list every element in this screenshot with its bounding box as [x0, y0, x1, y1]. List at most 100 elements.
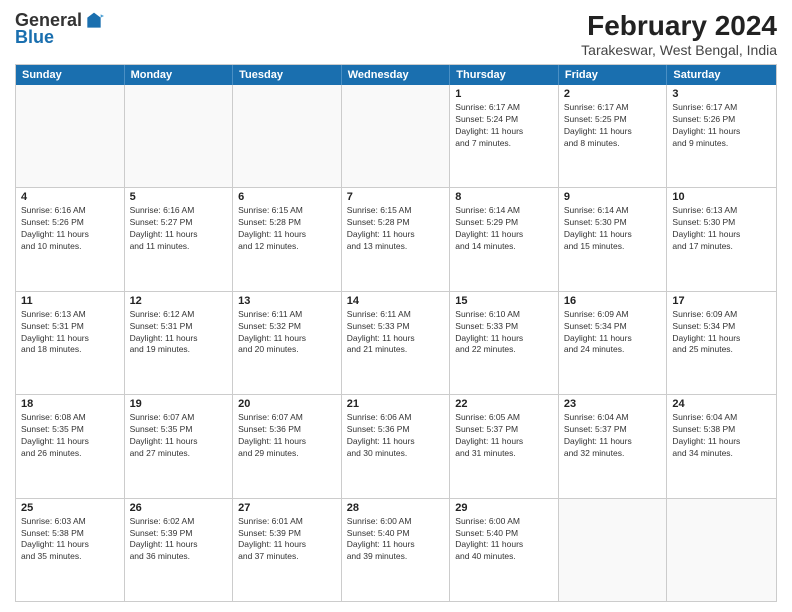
day-info: Sunrise: 6:11 AM Sunset: 5:32 PM Dayligh… — [238, 309, 336, 357]
day-info: Sunrise: 6:01 AM Sunset: 5:39 PM Dayligh… — [238, 516, 336, 564]
calendar-cell-1-2: 6 Sunrise: 6:15 AM Sunset: 5:28 PM Daylig… — [233, 188, 342, 290]
month-year: February 2024 — [581, 10, 777, 42]
calendar-cell-1-0: 4Sunrise: 6:16 AM Sunset: 5:26 PM Daylig… — [16, 188, 125, 290]
day-number: 6 — [238, 191, 336, 203]
calendar-cell-0-3 — [342, 85, 451, 187]
calendar-cell-1-3: 7 Sunrise: 6:15 AM Sunset: 5:28 PM Daylig… — [342, 188, 451, 290]
calendar-cell-2-4: 15 Sunrise: 6:10 AM Sunset: 5:33 PM Dayli… — [450, 292, 559, 394]
day-info: Sunrise: 6:02 AM Sunset: 5:39 PM Dayligh… — [130, 516, 228, 564]
day-info: Sunrise: 6:15 AM Sunset: 5:28 PM Dayligh… — [238, 205, 336, 253]
title-block: February 2024 Tarakeswar, West Bengal, I… — [581, 10, 777, 58]
day-info: Sunrise: 6:04 AM Sunset: 5:37 PM Dayligh… — [564, 412, 662, 460]
calendar-cell-3-6: 24Sunrise: 6:04 AM Sunset: 5:38 PM Dayli… — [667, 395, 776, 497]
calendar-cell-0-6: 3Sunrise: 6:17 AM Sunset: 5:26 PM Daylig… — [667, 85, 776, 187]
header-sunday: Sunday — [16, 65, 125, 85]
day-number: 5 — [130, 191, 228, 203]
day-info: Sunrise: 6:08 AM Sunset: 5:35 PM Dayligh… — [21, 412, 119, 460]
calendar-cell-3-2: 20 Sunrise: 6:07 AM Sunset: 5:36 PM Dayli… — [233, 395, 342, 497]
day-number: 29 — [455, 502, 553, 514]
day-number: 20 — [238, 398, 336, 410]
calendar-cell-3-3: 21Sunrise: 6:06 AM Sunset: 5:36 PM Dayli… — [342, 395, 451, 497]
calendar-cell-4-6 — [667, 499, 776, 601]
calendar-cell-0-4: 1 Sunrise: 6:17 AM Sunset: 5:24 PM Daylig… — [450, 85, 559, 187]
calendar-cell-0-0 — [16, 85, 125, 187]
calendar-cell-2-0: 11 Sunrise: 6:13 AM Sunset: 5:31 PM Dayli… — [16, 292, 125, 394]
header: General Blue February 2024 Tarakeswar, W… — [15, 10, 777, 58]
day-info: Sunrise: 6:13 AM Sunset: 5:31 PM Dayligh… — [21, 309, 119, 357]
day-info: Sunrise: 6:13 AM Sunset: 5:30 PM Dayligh… — [672, 205, 771, 253]
day-info: Sunrise: 6:17 AM Sunset: 5:26 PM Dayligh… — [672, 102, 771, 150]
day-number: 8 — [455, 191, 553, 203]
calendar-row-2: 11 Sunrise: 6:13 AM Sunset: 5:31 PM Dayli… — [16, 291, 776, 394]
day-info: Sunrise: 6:15 AM Sunset: 5:28 PM Dayligh… — [347, 205, 445, 253]
calendar-cell-4-2: 27 Sunrise: 6:01 AM Sunset: 5:39 PM Dayli… — [233, 499, 342, 601]
day-number: 24 — [672, 398, 771, 410]
calendar-cell-2-5: 16Sunrise: 6:09 AM Sunset: 5:34 PM Dayli… — [559, 292, 668, 394]
calendar-cell-2-2: 13 Sunrise: 6:11 AM Sunset: 5:32 PM Dayli… — [233, 292, 342, 394]
day-number: 13 — [238, 295, 336, 307]
day-number: 2 — [564, 88, 662, 100]
logo: General Blue — [15, 10, 104, 48]
day-info: Sunrise: 6:10 AM Sunset: 5:33 PM Dayligh… — [455, 309, 553, 357]
calendar-cell-4-1: 26Sunrise: 6:02 AM Sunset: 5:39 PM Dayli… — [125, 499, 234, 601]
day-number: 15 — [455, 295, 553, 307]
calendar-cell-4-4: 29 Sunrise: 6:00 AM Sunset: 5:40 PM Dayli… — [450, 499, 559, 601]
calendar-cell-3-4: 22 Sunrise: 6:05 AM Sunset: 5:37 PM Dayli… — [450, 395, 559, 497]
calendar-cell-4-5 — [559, 499, 668, 601]
header-thursday: Thursday — [450, 65, 559, 85]
day-info: Sunrise: 6:05 AM Sunset: 5:37 PM Dayligh… — [455, 412, 553, 460]
day-info: Sunrise: 6:00 AM Sunset: 5:40 PM Dayligh… — [347, 516, 445, 564]
day-info: Sunrise: 6:12 AM Sunset: 5:31 PM Dayligh… — [130, 309, 228, 357]
day-info: Sunrise: 6:17 AM Sunset: 5:25 PM Dayligh… — [564, 102, 662, 150]
day-number: 17 — [672, 295, 771, 307]
calendar-cell-0-5: 2 Sunrise: 6:17 AM Sunset: 5:25 PM Daylig… — [559, 85, 668, 187]
header-monday: Monday — [125, 65, 234, 85]
calendar-cell-4-3: 28Sunrise: 6:00 AM Sunset: 5:40 PM Dayli… — [342, 499, 451, 601]
calendar-cell-3-5: 23 Sunrise: 6:04 AM Sunset: 5:37 PM Dayli… — [559, 395, 668, 497]
day-info: Sunrise: 6:16 AM Sunset: 5:27 PM Dayligh… — [130, 205, 228, 253]
calendar-body: 1 Sunrise: 6:17 AM Sunset: 5:24 PM Daylig… — [16, 85, 776, 601]
day-info: Sunrise: 6:11 AM Sunset: 5:33 PM Dayligh… — [347, 309, 445, 357]
header-saturday: Saturday — [667, 65, 776, 85]
day-info: Sunrise: 6:03 AM Sunset: 5:38 PM Dayligh… — [21, 516, 119, 564]
day-info: Sunrise: 6:00 AM Sunset: 5:40 PM Dayligh… — [455, 516, 553, 564]
day-number: 10 — [672, 191, 771, 203]
day-number: 19 — [130, 398, 228, 410]
calendar-cell-2-1: 12 Sunrise: 6:12 AM Sunset: 5:31 PM Dayli… — [125, 292, 234, 394]
day-info: Sunrise: 6:14 AM Sunset: 5:30 PM Dayligh… — [564, 205, 662, 253]
calendar-row-3: 18Sunrise: 6:08 AM Sunset: 5:35 PM Dayli… — [16, 394, 776, 497]
calendar-cell-0-1 — [125, 85, 234, 187]
calendar-cell-1-5: 9 Sunrise: 6:14 AM Sunset: 5:30 PM Daylig… — [559, 188, 668, 290]
calendar: Sunday Monday Tuesday Wednesday Thursday… — [15, 64, 777, 602]
day-number: 1 — [455, 88, 553, 100]
day-number: 11 — [21, 295, 119, 307]
location: Tarakeswar, West Bengal, India — [581, 42, 777, 58]
day-number: 16 — [564, 295, 662, 307]
logo-blue-text: Blue — [15, 27, 54, 48]
day-info: Sunrise: 6:07 AM Sunset: 5:36 PM Dayligh… — [238, 412, 336, 460]
day-number: 7 — [347, 191, 445, 203]
day-info: Sunrise: 6:17 AM Sunset: 5:24 PM Dayligh… — [455, 102, 553, 150]
calendar-cell-3-1: 19Sunrise: 6:07 AM Sunset: 5:35 PM Dayli… — [125, 395, 234, 497]
day-number: 9 — [564, 191, 662, 203]
day-number: 23 — [564, 398, 662, 410]
logo-icon — [84, 11, 104, 31]
day-info: Sunrise: 6:14 AM Sunset: 5:29 PM Dayligh… — [455, 205, 553, 253]
calendar-header: Sunday Monday Tuesday Wednesday Thursday… — [16, 65, 776, 85]
day-number: 22 — [455, 398, 553, 410]
day-number: 27 — [238, 502, 336, 514]
calendar-cell-1-6: 10 Sunrise: 6:13 AM Sunset: 5:30 PM Dayli… — [667, 188, 776, 290]
day-info: Sunrise: 6:16 AM Sunset: 5:26 PM Dayligh… — [21, 205, 119, 253]
calendar-cell-3-0: 18Sunrise: 6:08 AM Sunset: 5:35 PM Dayli… — [16, 395, 125, 497]
calendar-cell-0-2 — [233, 85, 342, 187]
calendar-row-1: 4Sunrise: 6:16 AM Sunset: 5:26 PM Daylig… — [16, 187, 776, 290]
calendar-row-0: 1 Sunrise: 6:17 AM Sunset: 5:24 PM Daylig… — [16, 85, 776, 187]
day-number: 25 — [21, 502, 119, 514]
page: General Blue February 2024 Tarakeswar, W… — [0, 0, 792, 612]
day-number: 12 — [130, 295, 228, 307]
calendar-cell-2-3: 14 Sunrise: 6:11 AM Sunset: 5:33 PM Dayli… — [342, 292, 451, 394]
day-info: Sunrise: 6:06 AM Sunset: 5:36 PM Dayligh… — [347, 412, 445, 460]
calendar-cell-4-0: 25 Sunrise: 6:03 AM Sunset: 5:38 PM Dayli… — [16, 499, 125, 601]
day-number: 14 — [347, 295, 445, 307]
calendar-row-4: 25 Sunrise: 6:03 AM Sunset: 5:38 PM Dayli… — [16, 498, 776, 601]
